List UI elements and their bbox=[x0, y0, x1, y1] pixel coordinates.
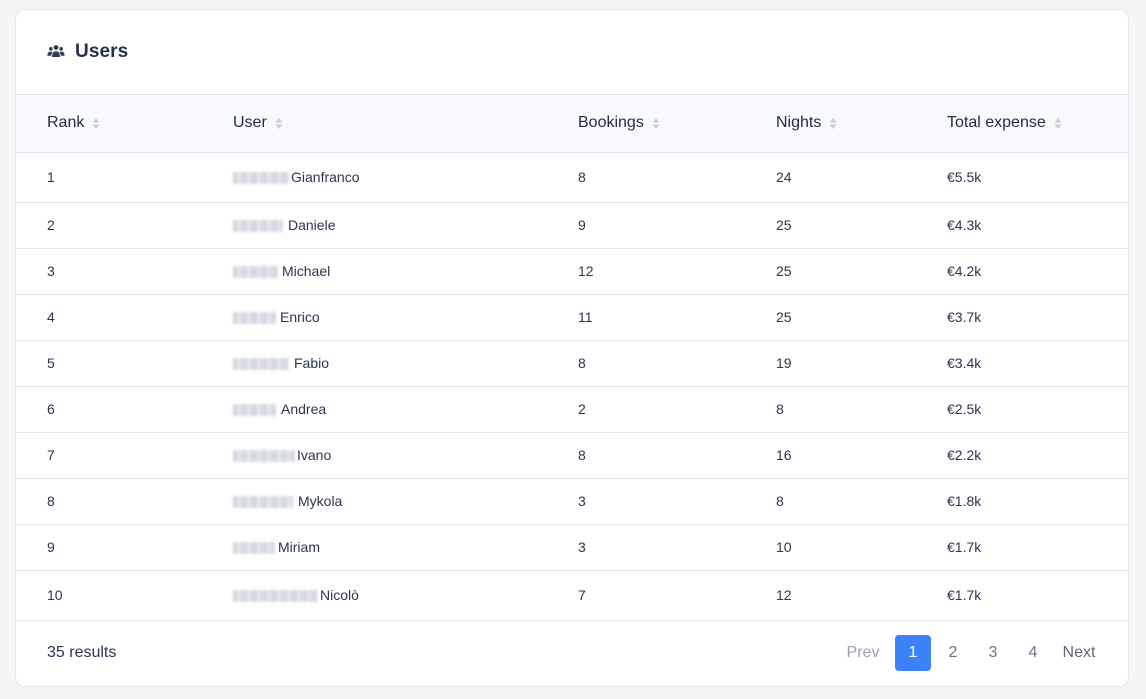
table-header-row: Rank User Bookings Nights Total expense bbox=[16, 95, 1128, 152]
column-header-rank[interactable]: Rank bbox=[16, 95, 233, 152]
bookings-cell: 3 bbox=[578, 539, 586, 555]
bookings-cell: 7 bbox=[578, 587, 586, 603]
rank-cell: 7 bbox=[47, 447, 55, 463]
user-cell: Nicolò bbox=[233, 570, 578, 620]
user-cell: Andrea bbox=[233, 386, 578, 432]
column-header-total-expense[interactable]: Total expense bbox=[947, 95, 1128, 152]
column-header-nights[interactable]: Nights bbox=[776, 95, 947, 152]
table-row: 2 Daniele 9 25 €4.3k bbox=[16, 202, 1128, 248]
table-row: 4 Enrico 11 25 €3.7k bbox=[16, 294, 1128, 340]
table-row: 1 Gianfranco 8 24 €5.5k bbox=[16, 152, 1128, 202]
bookings-cell: 12 bbox=[578, 263, 594, 279]
table-row: 10 Nicolò 7 12 €1.7k bbox=[16, 570, 1128, 620]
table-row: 7 Ivano 8 16 €2.2k bbox=[16, 432, 1128, 478]
user-cell: Fabio bbox=[233, 340, 578, 386]
redacted-surname bbox=[233, 358, 289, 371]
nights-cell: 24 bbox=[776, 169, 792, 185]
redacted-surname bbox=[233, 590, 317, 603]
expense-cell: €5.5k bbox=[947, 169, 982, 185]
nights-cell: 25 bbox=[776, 217, 792, 233]
expense-cell: €3.7k bbox=[947, 309, 982, 325]
user-cell: Michael bbox=[233, 248, 578, 294]
redacted-surname bbox=[233, 542, 275, 555]
user-cell: Miriam bbox=[233, 524, 578, 570]
expense-cell: €1.8k bbox=[947, 493, 982, 509]
redacted-surname bbox=[233, 404, 276, 417]
rank-cell: 5 bbox=[47, 355, 55, 371]
column-header-bookings[interactable]: Bookings bbox=[578, 95, 776, 152]
rank-cell: 9 bbox=[47, 539, 55, 555]
users-card: Users Rank User Bookings Nights Total ex… bbox=[15, 9, 1129, 687]
results-count: 35 results bbox=[47, 643, 117, 661]
table-row: 3 Michael 12 25 €4.2k bbox=[16, 248, 1128, 294]
redacted-surname bbox=[233, 220, 283, 233]
rank-cell: 8 bbox=[47, 493, 55, 509]
expense-cell: €4.2k bbox=[947, 263, 982, 279]
rank-cell: 10 bbox=[47, 587, 63, 603]
table-row: 8 Mykola 3 8 €1.8k bbox=[16, 478, 1128, 524]
users-icon bbox=[47, 45, 65, 57]
nights-cell: 16 bbox=[776, 447, 792, 463]
bookings-cell: 8 bbox=[578, 447, 586, 463]
redacted-surname bbox=[233, 496, 293, 509]
nights-cell: 25 bbox=[776, 309, 792, 325]
column-header-user[interactable]: User bbox=[233, 95, 578, 152]
table-footer: 35 results Prev 1 2 3 4 Next bbox=[16, 619, 1128, 686]
user-cell: Mykola bbox=[233, 478, 578, 524]
user-cell: Ivano bbox=[233, 432, 578, 478]
nights-cell: 19 bbox=[776, 355, 792, 371]
nights-cell: 12 bbox=[776, 587, 792, 603]
bookings-cell: 9 bbox=[578, 217, 586, 233]
sort-icon bbox=[92, 117, 100, 129]
bookings-cell: 3 bbox=[578, 493, 586, 509]
card-header: Users bbox=[16, 10, 1128, 95]
rank-cell: 1 bbox=[47, 169, 55, 185]
nights-cell: 8 bbox=[776, 493, 784, 509]
page-button-3[interactable]: 3 bbox=[975, 635, 1011, 671]
prev-button[interactable]: Prev bbox=[845, 635, 881, 671]
user-cell: Gianfranco bbox=[233, 152, 578, 202]
next-button[interactable]: Next bbox=[1061, 635, 1097, 671]
table-row: 9 Miriam 3 10 €1.7k bbox=[16, 524, 1128, 570]
expense-cell: €1.7k bbox=[947, 539, 982, 555]
page-button-4[interactable]: 4 bbox=[1015, 635, 1051, 671]
expense-cell: €3.4k bbox=[947, 355, 982, 371]
expense-cell: €2.5k bbox=[947, 401, 982, 417]
expense-cell: €1.7k bbox=[947, 587, 982, 603]
expense-cell: €4.3k bbox=[947, 217, 982, 233]
page-title: Users bbox=[75, 41, 129, 62]
user-cell: Daniele bbox=[233, 202, 578, 248]
rank-cell: 2 bbox=[47, 217, 55, 233]
user-cell: Enrico bbox=[233, 294, 578, 340]
redacted-surname bbox=[233, 266, 278, 279]
nights-cell: 25 bbox=[776, 263, 792, 279]
nights-cell: 8 bbox=[776, 401, 784, 417]
pagination: Prev 1 2 3 4 Next bbox=[841, 634, 1097, 671]
redacted-surname bbox=[233, 172, 289, 185]
bookings-cell: 8 bbox=[578, 355, 586, 371]
sort-icon bbox=[652, 117, 660, 129]
sort-icon bbox=[829, 117, 837, 129]
redacted-surname bbox=[233, 312, 276, 325]
page-button-2[interactable]: 2 bbox=[935, 635, 971, 671]
page-button-1[interactable]: 1 bbox=[895, 634, 931, 671]
rank-cell: 6 bbox=[47, 401, 55, 417]
users-table: Rank User Bookings Nights Total expense … bbox=[16, 95, 1128, 621]
redacted-surname bbox=[233, 450, 295, 463]
expense-cell: €2.2k bbox=[947, 447, 982, 463]
bookings-cell: 2 bbox=[578, 401, 586, 417]
bookings-cell: 11 bbox=[578, 309, 593, 325]
sort-icon bbox=[1054, 117, 1062, 129]
bookings-cell: 8 bbox=[578, 169, 586, 185]
rank-cell: 3 bbox=[47, 263, 55, 279]
rank-cell: 4 bbox=[47, 309, 55, 325]
table-row: 5 Fabio 8 19 €3.4k bbox=[16, 340, 1128, 386]
table-row: 6 Andrea 2 8 €2.5k bbox=[16, 386, 1128, 432]
nights-cell: 10 bbox=[776, 539, 792, 555]
sort-icon bbox=[275, 117, 283, 129]
